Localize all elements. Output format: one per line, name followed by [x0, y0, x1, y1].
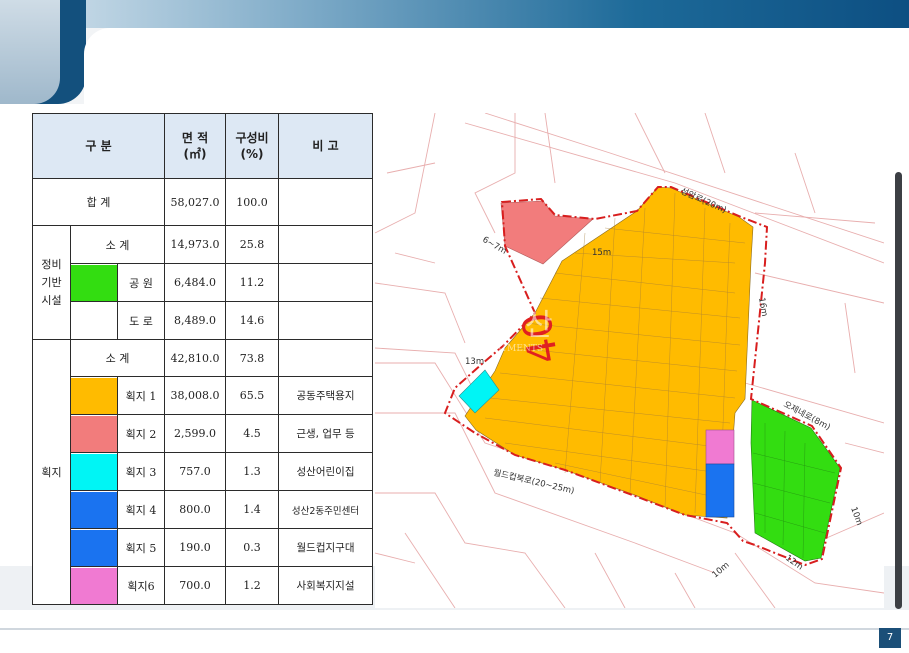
- header-category: 구 분: [32, 113, 165, 179]
- presentation-slide: 7 구 분 면 적 (㎡) 구성비 (%) 비 고 합 계 58,027.0 1…: [0, 0, 909, 653]
- table-row-lot-3: 획지 3 757.0 1.3 성산어린이집: [33, 452, 373, 491]
- lot-6-color-swatch: [70, 566, 118, 605]
- total-ratio: 100.0: [225, 178, 279, 226]
- lot-3-ratio: 1.3: [225, 452, 279, 491]
- lot-3-remark: 성산어린이집: [278, 452, 373, 491]
- table-row-road: 도 로 8,489.0 14.6: [33, 301, 373, 340]
- road-color-swatch: [70, 301, 118, 340]
- header-remark: 비 고: [278, 113, 373, 179]
- label-15m: 15m: [592, 248, 611, 258]
- site-plan-map: 성암로(20m) 15m 6~7m 16m 13m 오제네로(8m) 월드컵북로…: [375, 113, 884, 608]
- total-label: 합 계: [32, 178, 165, 226]
- lot-3-color-swatch: [70, 452, 118, 491]
- lot-4-color-swatch: [70, 490, 118, 529]
- lot-6-ratio: 1.2: [225, 566, 279, 605]
- lot-4-area: 800.0: [164, 490, 226, 529]
- lots-subtotal-label: 소 계: [70, 339, 165, 377]
- park-area: 6,484.0: [164, 263, 226, 302]
- lot-4-remark: 성산2동주민센터: [278, 490, 373, 529]
- lots-subtotal-area: 42,810.0: [164, 339, 226, 377]
- page-number: 7: [879, 628, 901, 648]
- infra-subtotal-area: 14,973.0: [164, 225, 226, 264]
- infra-subtotal-remark: [278, 225, 373, 264]
- footer-rule: [0, 628, 909, 630]
- park-ratio: 11.2: [225, 263, 279, 302]
- land-use-table: 구 분 면 적 (㎡) 구성비 (%) 비 고 합 계 58,027.0 100…: [32, 113, 373, 605]
- lot-5-ratio: 0.3: [225, 528, 279, 567]
- lot-6-remark: 사회복지지설: [278, 566, 373, 605]
- table-row-lot-1: 획지 1 38,008.0 65.5 공동주택용지: [33, 376, 373, 415]
- lot-1-ratio: 65.5: [225, 376, 279, 415]
- lot-6-label: 획지6: [117, 566, 165, 605]
- footer: [0, 610, 909, 653]
- header-band: [0, 0, 909, 28]
- infra-group-label: 정비 기반 시설: [32, 225, 71, 340]
- table-row-lot-6: 획지6 700.0 1.2 사회복지지설: [33, 566, 373, 605]
- lot-2-color-swatch: [70, 414, 118, 453]
- lot-6-area: 700.0: [164, 566, 226, 605]
- lots-subtotal-remark: [278, 339, 373, 377]
- lot-1-area: 38,008.0: [164, 376, 226, 415]
- label-13m: 13m: [465, 357, 484, 367]
- park-label: 공 원: [117, 263, 165, 302]
- total-area: 58,027.0: [164, 178, 226, 226]
- scrollbar[interactable]: [895, 172, 902, 609]
- table-row-lots-subtotal: 획지 소 계 42,810.0 73.8: [32, 339, 373, 605]
- road-ratio: 14.6: [225, 301, 279, 340]
- lot-4-5-area: [705, 463, 735, 518]
- lot-5-label: 획지 5: [117, 528, 165, 567]
- lot-1-remark: 공동주택용지: [278, 376, 373, 415]
- table-row-infra-subtotal: 정비 기반 시설 소 계 14,973.0 25.8: [32, 225, 373, 340]
- road-remark: [278, 301, 373, 340]
- watermark-main: 산: [525, 308, 553, 343]
- lot-3-label: 획지 3: [117, 452, 165, 491]
- lot-2-remark: 근생, 업무 등: [278, 414, 373, 453]
- lot-1-color-swatch: [70, 376, 118, 415]
- lots-group-label: 획지: [32, 339, 71, 605]
- total-remark: [278, 178, 373, 226]
- lot-1-label: 획지 1: [117, 376, 165, 415]
- park-remark: [278, 263, 373, 302]
- header-area: 면 적 (㎡): [164, 113, 226, 179]
- lot-5-area: 190.0: [164, 528, 226, 567]
- infra-subtotal-label: 소 계: [70, 225, 165, 264]
- header-ratio: 구성비 (%): [225, 113, 279, 179]
- lot-3-area: 757.0: [164, 452, 226, 491]
- lot-2-area: 2,599.0: [164, 414, 226, 453]
- lot-5-remark: 월드컵지구대: [278, 528, 373, 567]
- lot-2-ratio: 4.5: [225, 414, 279, 453]
- table-row-lot-5: 획지 5 190.0 0.3 월드컵지구대: [33, 528, 373, 567]
- lot-4-label: 획지 4: [117, 490, 165, 529]
- road-area: 8,489.0: [164, 301, 226, 340]
- table-row-lot-2: 획지 2 2,599.0 4.5 근생, 업무 등: [33, 414, 373, 453]
- header-tab-light: [0, 0, 60, 104]
- road-label: 도 로: [117, 301, 165, 340]
- park-color-swatch: [70, 263, 118, 302]
- infra-subtotal-ratio: 25.8: [225, 225, 279, 264]
- lot-2-label: 획지 2: [117, 414, 165, 453]
- table-row-park: 공 원 6,484.0 11.2: [33, 263, 373, 302]
- watermark-sub: STMENTS: [495, 344, 543, 354]
- table-row-total: 합 계 58,027.0 100.0: [32, 178, 373, 226]
- table-row-lot-4: 획지 4 800.0 1.4 성산2동주민센터: [33, 490, 373, 529]
- lot-5-color-swatch: [70, 528, 118, 567]
- lot-4-ratio: 1.4: [225, 490, 279, 529]
- lots-subtotal-ratio: 73.8: [225, 339, 279, 377]
- lot-6-area: [705, 429, 735, 465]
